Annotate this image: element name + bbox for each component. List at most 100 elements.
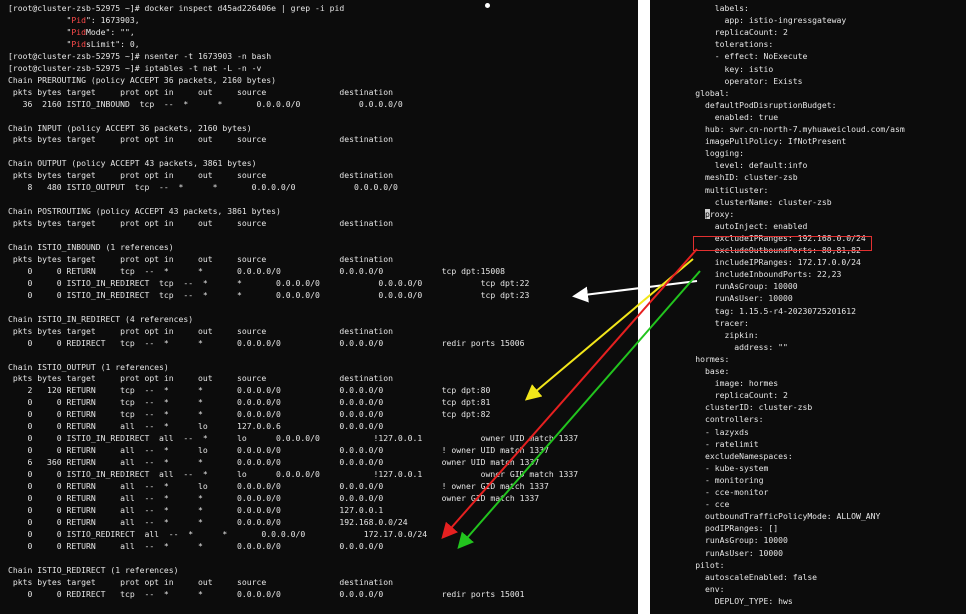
text-segment: meshID: cluster-zsb	[666, 172, 798, 183]
text-segment: roxy:	[709, 208, 735, 219]
text-segment: 0 0 RETURN all -- * lo 0.0.0.0/0 0.0.0.0…	[8, 481, 549, 491]
text-segment: defaultPodDisruptionBudget:	[666, 99, 837, 110]
iptables-output-line: 0 0 RETURN tcp -- * * 0.0.0.0/0 0.0.0.0/…	[8, 397, 490, 407]
yaml-config-line: runAsGroup: 10000	[666, 281, 798, 291]
iptables-output-line: 0 0 ISTIO_IN_REDIRECT tcp -- * * 0.0.0.0…	[8, 290, 529, 300]
text-segment: Chain ISTIO_OUTPUT (1 references)	[8, 361, 169, 372]
text-segment: multiCluster:	[666, 184, 769, 195]
text-segment: image: hormes	[666, 378, 779, 389]
iptables-output-line: 0 0 RETURN all -- * * 0.0.0.0/0 0.0.0.0/…	[8, 493, 539, 503]
iptables-output-line: 0 0 RETURN all -- * * 0.0.0.0/0 127.0.0.…	[8, 505, 383, 515]
yaml-config-line: runAsUser: 10000	[666, 293, 793, 303]
iptables-output-line: pkts bytes target prot opt in out source…	[8, 577, 393, 587]
yaml-config-line: logging:	[666, 148, 744, 158]
text-segment: runAsGroup: 10000	[666, 535, 788, 546]
iptables-output-line: 0 0 ISTIO_IN_REDIRECT all -- * lo 0.0.0.…	[8, 433, 578, 443]
iptables-output-line: [root@cluster-zsb-52975 ~]# iptables -t …	[8, 63, 261, 73]
yaml-config-line: includeIPRanges: 172.17.0.0/24	[666, 257, 861, 267]
text-segment: includeIPRanges: 172.17.0.0/24	[666, 257, 861, 268]
text-segment: app: istio-ingressgateway	[666, 15, 847, 26]
text-segment: autoscaleEnabled: false	[666, 571, 818, 582]
yaml-config-line: tolerations:	[666, 39, 773, 49]
text-segment: labels:	[666, 3, 749, 13]
text-segment: 2 120 RETURN tcp -- * * 0.0.0.0/0 0.0.0.…	[8, 385, 491, 396]
iptables-output-line: 0 0 ISTIO_IN_REDIRECT all -- * lo 0.0.0.…	[8, 469, 578, 479]
text-segment: base:	[666, 366, 730, 376]
iptables-output-line: Chain ISTIO_OUTPUT (1 references)	[8, 362, 169, 372]
iptables-output-line: pkts bytes target prot opt in out source…	[8, 170, 393, 180]
text-segment: 0 0 RETURN tcp -- * * 0.0.0.0/0 0.0.0.0/…	[8, 397, 491, 408]
text-segment: - monitoring	[666, 474, 764, 485]
iptables-output-line: Chain ISTIO_REDIRECT (1 references)	[8, 565, 179, 575]
terminal-yaml-pane[interactable]: labels: app: istio-ingressgateway replic…	[650, 0, 966, 614]
yaml-config-line: address: ""	[666, 342, 788, 352]
text-segment: global:	[666, 87, 730, 98]
text-segment: pkts bytes target prot opt in out source…	[8, 170, 393, 181]
iptables-output-line: 36 2160 ISTIO_INBOUND tcp -- * * 0.0.0.0…	[8, 99, 403, 109]
text-segment: 36 2160 ISTIO_INBOUND tcp -- * * 0.0.0.0…	[8, 98, 403, 109]
text-segment: 0 0 RETURN all -- * * 0.0.0.0/0 0.0.0.0/…	[8, 492, 540, 503]
text-segment: clusterName: cluster-zsb	[666, 196, 832, 207]
iptables-output-line: Chain ISTIO_INBOUND (1 references)	[8, 242, 174, 252]
pid-highlight: Pid	[71, 26, 86, 37]
text-segment: outboundTrafficPolicyMode: ALLOW_ANY	[666, 511, 881, 522]
text-segment: 0 0 RETURN all -- * lo 0.0.0.0/0 0.0.0.0…	[8, 445, 549, 456]
iptables-output-line: 0 0 RETURN tcp -- * * 0.0.0.0/0 0.0.0.0/…	[8, 266, 505, 276]
terminal-iptables-pane[interactable]: [root@cluster-zsb-52975 ~]# docker inspe…	[0, 0, 638, 614]
iptables-output-line: 0 0 RETURN all -- * lo 0.0.0.0/0 0.0.0.0…	[8, 481, 549, 491]
yaml-config-line: base:	[666, 366, 729, 376]
text-segment: level: default:info	[666, 160, 808, 171]
text-segment: Chain POSTROUTING (policy ACCEPT 43 pack…	[8, 206, 281, 217]
yaml-config-line: - cce	[666, 499, 729, 509]
yaml-config-line: operator: Exists	[666, 76, 802, 86]
text-segment: Chain INPUT (policy ACCEPT 36 packets, 2…	[8, 122, 252, 133]
text-segment: tag: 1.15.5-r4-20230725201612	[666, 305, 857, 316]
text-segment: 0 0 REDIRECT tcp -- * * 0.0.0.0/0 0.0.0.…	[8, 337, 525, 348]
text-segment: 6 360 RETURN all -- * * 0.0.0.0/0 0.0.0.…	[8, 457, 540, 468]
text-segment: key: istio	[666, 63, 774, 74]
iptables-output-line: Chain INPUT (policy ACCEPT 36 packets, 2…	[8, 123, 252, 133]
text-segment: excludeNamespaces:	[666, 450, 793, 461]
yaml-config-line: controllers:	[666, 414, 764, 424]
text-segment: pkts bytes target prot opt in out source…	[8, 218, 393, 229]
iptables-output-line: 0 0 RETURN tcp -- * * 0.0.0.0/0 0.0.0.0/…	[8, 409, 490, 419]
yaml-config-line: - cce-monitor	[666, 487, 768, 497]
yaml-config-line: pilot:	[666, 560, 724, 570]
text-segment: [root@cluster-zsb-52975 ~]# docker inspe…	[8, 3, 345, 13]
iptables-output-line: pkts bytes target prot opt in out source…	[8, 87, 393, 97]
text-segment: pilot:	[666, 559, 725, 570]
yaml-config-line: replicaCount: 2	[666, 390, 788, 400]
yaml-config-line: multiCluster:	[666, 185, 768, 195]
text-segment: replicaCount: 2	[666, 27, 788, 38]
iptables-output-line: 0 0 RETURN all -- * * 0.0.0.0/0 0.0.0.0/…	[8, 541, 383, 551]
text-segment: Chain ISTIO_INBOUND (1 references)	[8, 242, 174, 252]
iptables-output-line: 6 360 RETURN all -- * * 0.0.0.0/0 0.0.0.…	[8, 457, 539, 467]
text-segment: - lazyxds	[666, 426, 749, 437]
yaml-config-line: zipkin:	[666, 330, 758, 340]
text-segment: - effect: NoExecute	[666, 51, 808, 62]
iptables-output-line: "PidMode": "",	[8, 26, 134, 37]
yaml-config-line: clusterName: cluster-zsb	[666, 197, 832, 207]
yaml-config-line: tracer:	[666, 318, 749, 328]
yaml-config-line: key: istio	[666, 64, 773, 74]
iptables-output-line: 0 0 REDIRECT tcp -- * * 0.0.0.0/0 0.0.0.…	[8, 337, 525, 348]
text-segment: Chain PREROUTING (policy ACCEPT 36 packe…	[8, 74, 277, 85]
iptables-output-line: Chain PREROUTING (policy ACCEPT 36 packe…	[8, 75, 276, 85]
text-segment: runAsGroup: 10000	[666, 281, 798, 292]
text-segment: 0 0 ISTIO_REDIRECT all -- * * 0.0.0.0/0 …	[8, 528, 428, 539]
text-segment: hub: swr.cn-north-7.myhuaweicloud.com/as…	[666, 124, 905, 134]
text-segment: [root@cluster-zsb-52975 ~]# nsenter -t 1…	[8, 50, 272, 61]
text-segment: pkts bytes target prot opt in out source…	[8, 373, 393, 384]
iptables-output-line: 0 0 REDIRECT tcp -- * * 0.0.0.0/0 0.0.0.…	[8, 588, 525, 599]
text-segment: 0 0 RETURN tcp -- * * 0.0.0.0/0 0.0.0.0/…	[8, 409, 491, 420]
text-segment: "	[8, 14, 72, 25]
text-segment: "	[8, 26, 72, 37]
text-segment: 0 0 RETURN tcp -- * * 0.0.0.0/0 0.0.0.0/…	[8, 265, 506, 276]
iptables-output-line: pkts bytes target prot opt in out source…	[8, 326, 393, 336]
text-segment: env:	[666, 583, 725, 594]
yaml-config-line: hub: swr.cn-north-7.myhuaweicloud.com/as…	[666, 124, 905, 134]
text-segment: 0 0 REDIRECT tcp -- * * 0.0.0.0/0 0.0.0.…	[8, 588, 525, 599]
text-segment: imagePullPolicy: IfNotPresent	[666, 136, 847, 147]
yaml-config-line: global:	[666, 88, 729, 98]
text-segment: enabled: true	[666, 111, 779, 122]
